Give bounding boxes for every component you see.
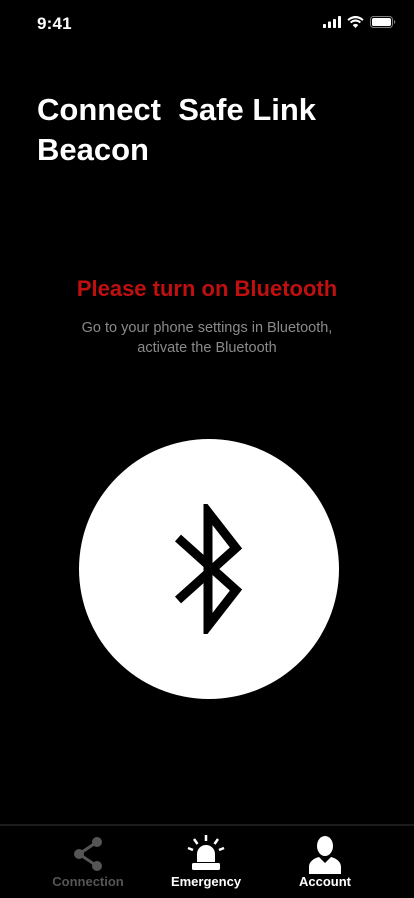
bluetooth-prompt-heading: Please turn on Bluetooth [76, 276, 338, 301]
tab-connection-label: Connection [52, 874, 124, 889]
bluetooth-prompt-hint: Go to your phone settings in Bluetooth, … [81, 320, 333, 356]
status-time: 9:41 [37, 14, 72, 33]
status-icons [323, 16, 396, 28]
page-title: Connect Safe Link Beacon [37, 92, 317, 167]
tab-connection[interactable]: Connection [33, 826, 143, 898]
siren-icon [187, 835, 225, 870]
tab-emergency-label: Emergency [170, 874, 242, 889]
tab-account[interactable]: Account [270, 826, 380, 898]
battery-icon [370, 16, 396, 28]
connection-share-icon [74, 837, 102, 871]
bluetooth-icon [174, 504, 243, 634]
user-icon [309, 836, 341, 874]
wifi-icon [347, 16, 364, 28]
tab-account-label: Account [299, 874, 351, 889]
bluetooth-button[interactable] [79, 439, 339, 699]
tab-emergency[interactable]: Emergency [151, 826, 261, 898]
status-bar: 9:41 [0, 0, 414, 48]
tab-bar: Connection Emergency Account [0, 824, 414, 898]
cellular-signal-icon [323, 16, 341, 28]
